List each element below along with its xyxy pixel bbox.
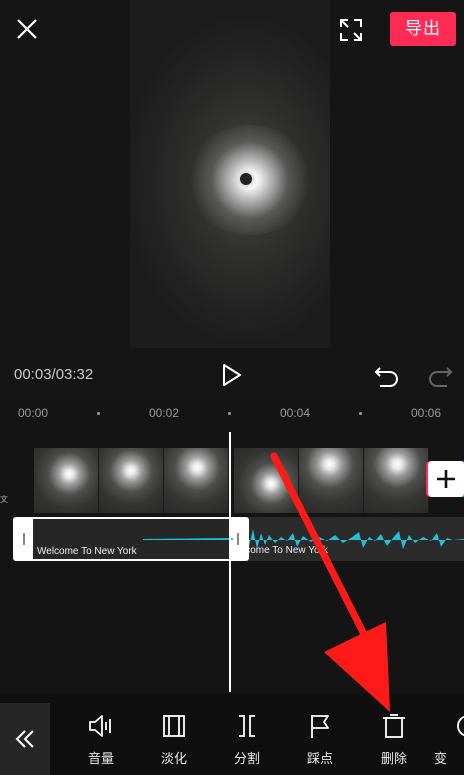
speed-icon <box>457 715 464 737</box>
fade-icon <box>163 715 185 737</box>
export-button[interactable]: 导出 <box>390 12 456 46</box>
tool-label: 分割 <box>233 752 260 767</box>
video-thumbnail <box>99 448 164 513</box>
fullscreen-button[interactable] <box>334 13 368 47</box>
redo-button[interactable] <box>427 363 453 387</box>
ruler-dot <box>228 412 231 415</box>
ruler-label: 00:02 <box>149 406 180 420</box>
redo-icon <box>429 367 453 387</box>
close-button[interactable] <box>10 12 44 46</box>
selected-audio-clip[interactable]: Welcome To New York <box>13 517 249 561</box>
playhead[interactable] <box>229 432 231 692</box>
video-thumbnail <box>364 448 429 513</box>
audio-clip-label: Welcome To New York <box>37 546 137 557</box>
ruler-dot <box>97 412 100 415</box>
delete-icon <box>383 714 405 738</box>
tool-volume[interactable]: 音量 <box>73 712 129 770</box>
tool-label: 踩点 <box>306 752 333 767</box>
beat-flag-icon <box>311 715 329 738</box>
preview-light-bulb <box>240 173 252 185</box>
plus-icon <box>437 470 455 488</box>
tool-speed[interactable]: 变 <box>434 712 464 770</box>
ruler-label: 00:04 <box>280 406 311 420</box>
play-button[interactable] <box>218 362 244 388</box>
video-thumbnail <box>164 448 229 513</box>
ruler-label: 00:00 <box>18 406 49 420</box>
audio-clip-label: lcome To New York <box>243 545 328 556</box>
play-icon <box>223 364 241 386</box>
ruler-label: 00:06 <box>411 406 442 420</box>
undo-button[interactable] <box>374 363 400 387</box>
add-clip-button[interactable] <box>428 461 464 497</box>
time-readout: 00:03/03:32 <box>14 366 94 383</box>
tool-beat[interactable]: 踩点 <box>292 712 348 770</box>
close-icon <box>17 19 37 39</box>
double-chevron-left-icon <box>15 730 34 748</box>
video-track[interactable] <box>34 448 464 513</box>
tool-label: 删除 <box>380 752 407 767</box>
volume-icon <box>89 715 111 737</box>
tool-delete[interactable]: 删除 <box>366 712 422 770</box>
ruler-dot <box>359 412 362 415</box>
tool-label: 音量 <box>87 752 114 767</box>
tool-fade[interactable]: 淡化 <box>146 712 202 770</box>
video-editor-screen: 导出 00:03/03:32 00:00 00:02 00:04 00:06 文 <box>0 0 464 775</box>
video-thumbnail <box>234 448 299 513</box>
collapse-button[interactable] <box>0 703 50 775</box>
track-side-label: 文 <box>0 495 8 504</box>
fullscreen-icon <box>340 19 362 41</box>
split-icon <box>239 715 255 737</box>
tool-label: 淡化 <box>160 752 187 767</box>
tool-split[interactable]: 分割 <box>219 712 275 770</box>
undo-icon <box>374 367 398 387</box>
video-thumbnail <box>34 448 99 513</box>
video-thumbnail <box>299 448 364 513</box>
tool-label: 变 <box>434 752 448 767</box>
video-preview[interactable] <box>130 0 330 348</box>
